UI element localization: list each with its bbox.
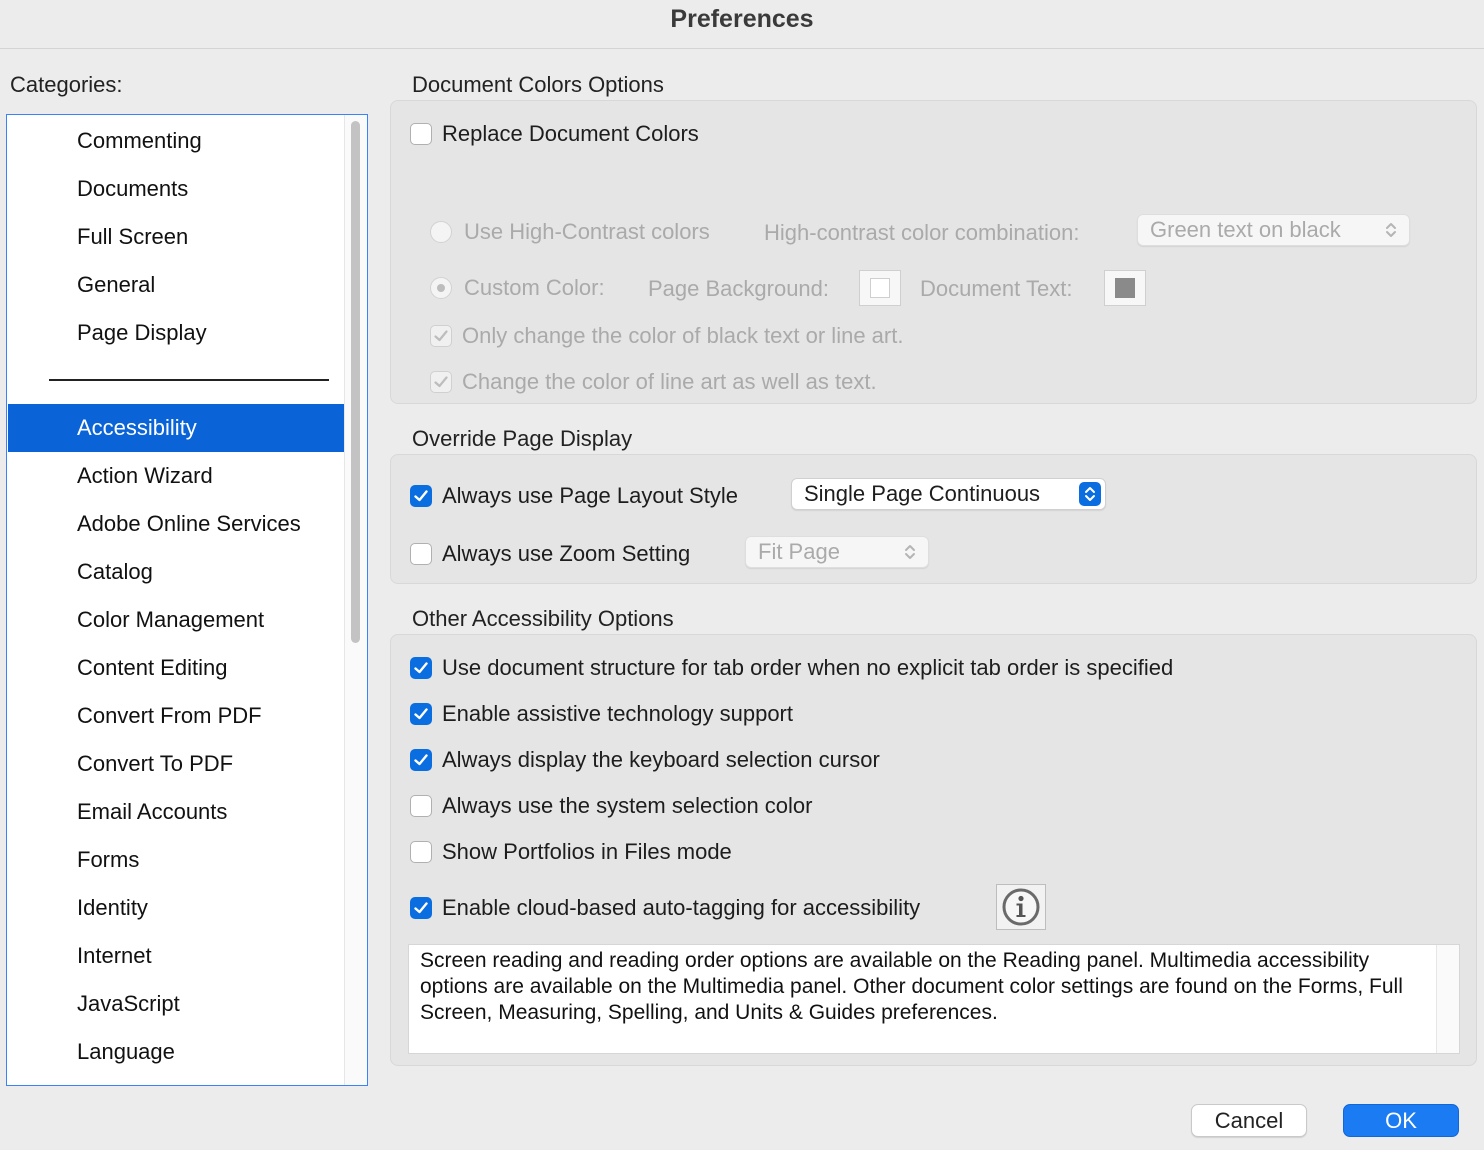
only-black-checkbox[interactable]: [430, 325, 452, 347]
categories-scroll-thumb[interactable]: [351, 121, 360, 643]
high-contrast-radio[interactable]: [430, 221, 452, 243]
cancel-button[interactable]: Cancel: [1191, 1104, 1307, 1137]
portfolios-files-mode-label: Show Portfolios in Files mode: [442, 839, 732, 864]
tab-order-checkbox[interactable]: [410, 657, 432, 679]
info-icon: [1002, 888, 1040, 926]
chevron-updown-icon: [905, 545, 915, 559]
page-background-swatch[interactable]: [859, 270, 901, 306]
zoom-setting-label: Always use Zoom Setting: [442, 541, 691, 566]
note-scrollbar[interactable]: [1436, 945, 1459, 1053]
document-text-swatch[interactable]: [1104, 270, 1146, 306]
category-internet[interactable]: Internet: [8, 932, 346, 980]
zoom-select[interactable]: Fit Page: [745, 536, 929, 568]
option-row[interactable]: Show Portfolios in Files mode: [410, 839, 732, 865]
category-language[interactable]: Language: [8, 1028, 346, 1076]
high-contrast-row[interactable]: Use High-Contrast colors: [430, 219, 710, 245]
category-general[interactable]: General: [8, 261, 346, 309]
categories-list[interactable]: Commenting Documents Full Screen General…: [6, 114, 368, 1086]
category-adobe-online-services[interactable]: Adobe Online Services: [8, 500, 346, 548]
only-black-row[interactable]: Only change the color of black text or l…: [430, 323, 903, 349]
category-accessibility[interactable]: Accessibility: [8, 404, 346, 452]
combination-select[interactable]: Green text on black: [1137, 214, 1410, 246]
high-contrast-label: Use High-Contrast colors: [464, 219, 710, 244]
category-forms[interactable]: Forms: [8, 836, 346, 884]
line-art-row[interactable]: Change the color of line art as well as …: [430, 369, 877, 395]
system-selection-color-checkbox[interactable]: [410, 795, 432, 817]
document-text-label: Document Text:: [920, 276, 1073, 301]
page-background-label: Page Background:: [648, 276, 830, 301]
auto-tagging-checkbox[interactable]: [410, 897, 432, 919]
categories-label: Categories:: [10, 72, 123, 97]
combination-label: High-contrast color combination:: [764, 220, 1080, 245]
tab-order-label: Use document structure for tab order whe…: [442, 655, 1174, 680]
category-separator: [49, 379, 329, 381]
category-javascript[interactable]: JavaScript: [8, 980, 346, 1028]
category-documents[interactable]: Documents: [8, 165, 346, 213]
only-black-label: Only change the color of black text or l…: [462, 323, 904, 348]
category-identity[interactable]: Identity: [8, 884, 346, 932]
replace-document-colors-checkbox[interactable]: [410, 123, 432, 145]
assistive-technology-checkbox[interactable]: [410, 703, 432, 725]
option-row[interactable]: Enable cloud-based auto-tagging for acce…: [410, 895, 920, 921]
assistive-technology-label: Enable assistive technology support: [442, 701, 793, 726]
category-convert-to-pdf[interactable]: Convert To PDF: [8, 740, 346, 788]
override-title: Override Page Display: [412, 426, 633, 451]
layout-style-label: Always use Page Layout Style: [442, 483, 738, 508]
zoom-setting-row[interactable]: Always use Zoom Setting: [410, 541, 690, 567]
auto-tagging-label: Enable cloud-based auto-tagging for acce…: [442, 895, 921, 920]
category-email-accounts[interactable]: Email Accounts: [8, 788, 346, 836]
category-color-management[interactable]: Color Management: [8, 596, 346, 644]
option-row[interactable]: Always use the system selection color: [410, 793, 813, 819]
portfolios-files-mode-checkbox[interactable]: [410, 841, 432, 863]
system-selection-color-label: Always use the system selection color: [442, 793, 813, 818]
ok-button[interactable]: OK: [1343, 1104, 1459, 1137]
category-convert-from-pdf[interactable]: Convert From PDF: [8, 692, 346, 740]
custom-color-label: Custom Color:: [464, 275, 605, 300]
accessibility-note-text: Screen reading and reading order options…: [420, 949, 1403, 1024]
category-content-editing[interactable]: Content Editing: [8, 644, 346, 692]
line-art-label: Change the color of line art as well as …: [462, 369, 877, 394]
keyboard-cursor-checkbox[interactable]: [410, 749, 432, 771]
other-options-title: Other Accessibility Options: [412, 606, 674, 631]
category-commenting[interactable]: Commenting: [8, 117, 346, 165]
category-catalog[interactable]: Catalog: [8, 548, 346, 596]
categories-scrollbar[interactable]: [344, 115, 367, 1085]
category-full-screen[interactable]: Full Screen: [8, 213, 346, 261]
keyboard-cursor-label: Always display the keyboard selection cu…: [442, 747, 880, 772]
category-action-wizard[interactable]: Action Wizard: [8, 452, 346, 500]
chevron-updown-icon: [1386, 223, 1396, 237]
accessibility-note: Screen reading and reading order options…: [408, 944, 1460, 1054]
custom-color-row[interactable]: Custom Color:: [430, 275, 605, 301]
document-colors-title: Document Colors Options: [412, 72, 664, 97]
zoom-setting-checkbox[interactable]: [410, 543, 432, 565]
layout-style-checkbox[interactable]: [410, 485, 432, 507]
option-row[interactable]: Use document structure for tab order whe…: [410, 655, 1173, 681]
line-art-checkbox[interactable]: [430, 371, 452, 393]
info-button[interactable]: [996, 884, 1046, 930]
custom-color-radio[interactable]: [430, 277, 452, 299]
window-title: Preferences: [0, 0, 1484, 49]
chevron-updown-icon: [1079, 482, 1101, 506]
replace-document-colors-label: Replace Document Colors: [442, 121, 699, 146]
layout-style-row[interactable]: Always use Page Layout Style: [410, 483, 738, 509]
layout-style-select[interactable]: Single Page Continuous: [791, 478, 1106, 510]
category-page-display[interactable]: Page Display: [8, 309, 346, 357]
combination-value: Green text on black: [1150, 217, 1341, 242]
layout-style-value: Single Page Continuous: [804, 481, 1041, 506]
option-row[interactable]: Always display the keyboard selection cu…: [410, 747, 880, 773]
replace-document-colors-row[interactable]: Replace Document Colors: [410, 121, 699, 147]
option-row[interactable]: Enable assistive technology support: [410, 701, 793, 727]
zoom-value: Fit Page: [758, 539, 840, 564]
